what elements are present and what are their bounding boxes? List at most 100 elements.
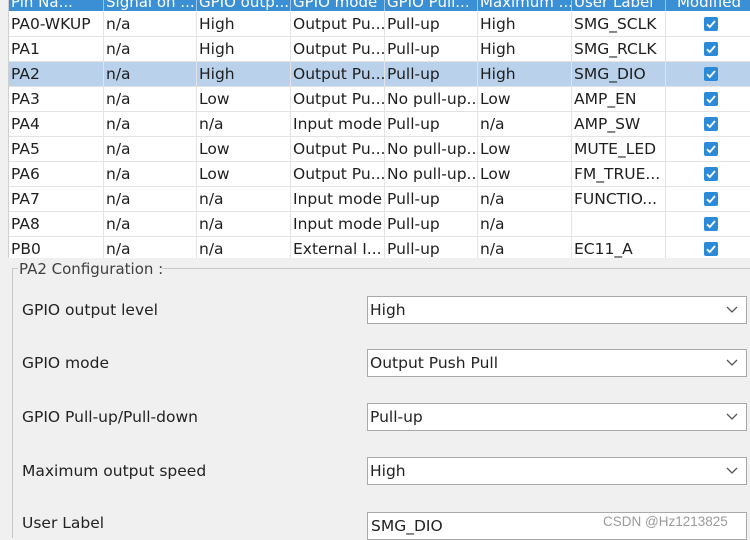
cell-gpio-pull: Pull-up	[385, 112, 478, 136]
table-row[interactable]: PA5 n/a Low Output Pu... No pull-up... Low MUT…	[9, 137, 750, 162]
table-row[interactable]: PA6 n/a Low Output Pu... No pull-up... Low FM_…	[9, 162, 750, 187]
column-header-pin-name[interactable]: Pin Na...	[9, 0, 104, 11]
column-header-max-speed[interactable]: Maximum ...	[478, 0, 572, 11]
column-header-user-label[interactable]: User Label	[572, 0, 666, 11]
pin-configuration-table: Pin Na... Signal on ... GPIO outp... GPIO m…	[8, 0, 750, 258]
cell-gpio-mode: Output Pu...	[291, 87, 385, 111]
cell-pin-name: PA5	[9, 137, 104, 161]
cell-signal: n/a	[104, 237, 197, 258]
cell-pin-name: PA6	[9, 162, 104, 186]
modified-checkbox[interactable]	[704, 117, 718, 131]
modified-checkbox[interactable]	[704, 42, 718, 56]
checkmark-icon	[706, 120, 716, 129]
column-header-gpio-output[interactable]: GPIO outp...	[197, 0, 291, 11]
speed-select[interactable]: High	[367, 457, 747, 485]
cell-user-label: FUNCTIO...	[572, 187, 666, 211]
output-level-label: GPIO output level	[22, 301, 158, 319]
checkmark-icon	[706, 70, 716, 79]
cell-gpio-output: n/a	[197, 112, 291, 136]
chevron-down-icon	[726, 467, 738, 474]
output-level-value: High	[370, 301, 406, 319]
table-row[interactable]: PA8 n/a n/a Input mode Pull-up n/a	[9, 212, 750, 237]
cell-gpio-mode: Output Pu...	[291, 62, 385, 86]
cell-gpio-pull: No pull-up...	[385, 137, 478, 161]
checkmark-icon	[706, 45, 716, 54]
cell-max-speed: High	[478, 62, 572, 86]
chevron-down-icon	[726, 359, 738, 366]
table-row[interactable]: PA7 n/a n/a Input mode Pull-up n/a FUNCTIO...	[9, 187, 750, 212]
cell-max-speed: High	[478, 37, 572, 61]
cell-max-speed: Low	[478, 162, 572, 186]
modified-checkbox[interactable]	[704, 92, 718, 106]
cell-pin-name: PA8	[9, 212, 104, 236]
cell-gpio-mode: Output Pu...	[291, 12, 385, 36]
modified-checkbox[interactable]	[704, 167, 718, 181]
group-border-left	[12, 268, 13, 538]
cell-user-label: AMP_EN	[572, 87, 666, 111]
cell-signal: n/a	[104, 162, 197, 186]
modified-checkbox[interactable]	[704, 17, 718, 31]
cell-gpio-output: Low	[197, 162, 291, 186]
column-header-signal[interactable]: Signal on ...	[104, 0, 197, 11]
checkmark-icon	[706, 145, 716, 154]
column-header-gpio-mode[interactable]: GPIO mode	[291, 0, 385, 11]
table-row[interactable]: PA4 n/a n/a Input mode Pull-up n/a AMP_SW	[9, 112, 750, 137]
config-group-title: PA2 Configuration :	[19, 260, 164, 278]
cell-signal: n/a	[104, 37, 197, 61]
modified-checkbox[interactable]	[704, 142, 718, 156]
cell-pin-name: PA2	[9, 62, 104, 86]
watermark: CSDN @Hz1213825	[603, 514, 728, 529]
cell-user-label: FM_TRUE...	[572, 162, 666, 186]
output-level-select[interactable]: High	[367, 296, 747, 324]
cell-user-label: EC11_A	[572, 237, 666, 258]
table-row[interactable]: PB0 n/a n/a External I... Pull-up n/a EC11_A	[9, 237, 750, 258]
group-border-top	[162, 268, 750, 269]
table-row[interactable]: PA1 n/a High Output Pu... Pull-up High SMG_RCL…	[9, 37, 750, 62]
pull-select[interactable]: Pull-up	[367, 403, 747, 431]
column-header-modified[interactable]: Modified	[666, 0, 750, 11]
modified-checkbox[interactable]	[704, 217, 718, 231]
cell-gpio-mode: Input mode	[291, 212, 385, 236]
speed-value: High	[370, 462, 406, 480]
cell-user-label: SMG_RCLK	[572, 37, 666, 61]
cell-gpio-mode: Input mode	[291, 187, 385, 211]
cell-gpio-pull: Pull-up	[385, 237, 478, 258]
cell-gpio-pull: Pull-up	[385, 187, 478, 211]
cell-pin-name: PA7	[9, 187, 104, 211]
cell-max-speed: n/a	[478, 237, 572, 258]
cell-user-label: MUTE_LED	[572, 137, 666, 161]
table-row[interactable]: PA0-WKUP n/a High Output Pu... Pull-up High SM…	[9, 12, 750, 37]
gpio-mode-select[interactable]: Output Push Pull	[367, 349, 747, 377]
checkmark-icon	[706, 95, 716, 104]
modified-checkbox[interactable]	[704, 192, 718, 206]
cell-user-label: SMG_SCLK	[572, 12, 666, 36]
modified-checkbox[interactable]	[704, 242, 718, 256]
cell-user-label: SMG_DIO	[572, 62, 666, 86]
cell-pin-name: PA0-WKUP	[9, 12, 104, 36]
table-row[interactable]: PA2 n/a High Output Pu... Pull-up High SMG_DIO	[9, 62, 750, 87]
cell-gpio-mode: Input mode	[291, 112, 385, 136]
cell-gpio-output: n/a	[197, 212, 291, 236]
cell-user-label: AMP_SW	[572, 112, 666, 136]
cell-gpio-pull: Pull-up	[385, 62, 478, 86]
checkmark-icon	[706, 245, 716, 254]
cell-signal: n/a	[104, 12, 197, 36]
cell-gpio-output: Low	[197, 137, 291, 161]
cell-gpio-output: n/a	[197, 237, 291, 258]
cell-pin-name: PA3	[9, 87, 104, 111]
modified-checkbox[interactable]	[704, 67, 718, 81]
cell-pin-name: PA4	[9, 112, 104, 136]
cell-signal: n/a	[104, 62, 197, 86]
checkmark-icon	[706, 170, 716, 179]
column-header-gpio-pull[interactable]: GPIO Pull...	[385, 0, 478, 11]
cell-gpio-pull: Pull-up	[385, 212, 478, 236]
table-row[interactable]: PA3 n/a Low Output Pu... No pull-up... Low AMP…	[9, 87, 750, 112]
cell-pin-name: PB0	[9, 237, 104, 258]
cell-gpio-pull: Pull-up	[385, 12, 478, 36]
cell-gpio-output: High	[197, 12, 291, 36]
cell-signal: n/a	[104, 137, 197, 161]
cell-max-speed: n/a	[478, 212, 572, 236]
pull-label: GPIO Pull-up/Pull-down	[22, 408, 198, 426]
pull-value: Pull-up	[370, 408, 423, 426]
gpio-mode-label: GPIO mode	[22, 354, 110, 372]
